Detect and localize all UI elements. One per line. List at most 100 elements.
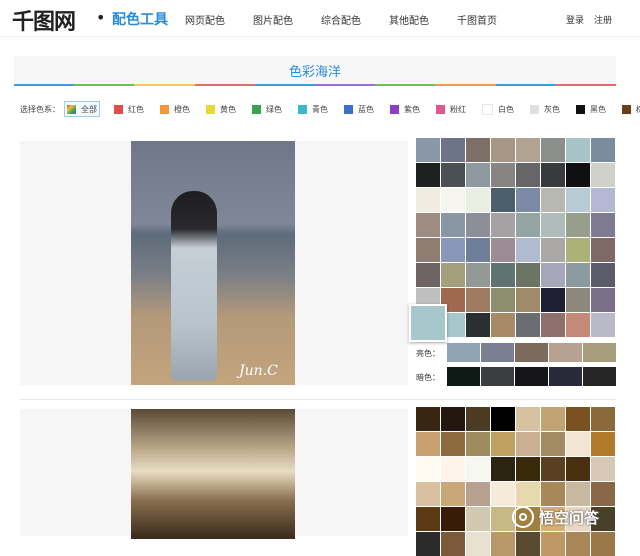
palette-color-cell[interactable]	[441, 188, 465, 212]
dark-color-cell[interactable]	[515, 367, 548, 386]
palette-color-cell[interactable]	[566, 213, 590, 237]
palette-color-cell[interactable]	[491, 263, 515, 287]
palette-color-cell[interactable]	[441, 482, 465, 506]
palette-color-cell[interactable]	[591, 288, 615, 312]
palette-color-cell[interactable]	[466, 213, 490, 237]
nav-combined-colors[interactable]: 综合配色	[321, 12, 361, 27]
filter-option[interactable]: 紫色	[388, 102, 422, 116]
dark-color-cell[interactable]	[583, 367, 616, 386]
palette-color-cell[interactable]	[441, 407, 465, 431]
palette-color-cell[interactable]	[591, 138, 615, 162]
palette-color-cell[interactable]	[416, 263, 440, 287]
filter-option[interactable]: 粉红	[434, 102, 468, 116]
palette-color-cell[interactable]	[516, 482, 540, 506]
palette-color-cell[interactable]	[566, 288, 590, 312]
filter-option[interactable]: 棕色	[620, 102, 640, 116]
palette-color-cell[interactable]	[416, 407, 440, 431]
bright-color-cell[interactable]	[583, 343, 616, 362]
palette-color-cell[interactable]	[591, 313, 615, 337]
palette-color-cell[interactable]	[516, 457, 540, 481]
filter-option[interactable]: 白色	[480, 102, 516, 116]
palette-color-cell[interactable]	[591, 457, 615, 481]
palette-color-cell[interactable]	[466, 313, 490, 337]
palette-color-cell[interactable]	[441, 213, 465, 237]
bright-color-cell[interactable]	[515, 343, 548, 362]
palette-color-cell[interactable]	[541, 313, 565, 337]
nav-other-colors[interactable]: 其他配色	[389, 12, 429, 27]
palette-color-cell[interactable]	[591, 407, 615, 431]
bright-color-cell[interactable]	[481, 343, 514, 362]
palette-color-cell[interactable]	[516, 407, 540, 431]
filter-option[interactable]: 黑色	[574, 102, 608, 116]
palette-color-cell[interactable]	[416, 457, 440, 481]
palette-color-cell[interactable]	[491, 432, 515, 456]
palette-color-cell[interactable]	[566, 432, 590, 456]
palette-color-cell[interactable]	[591, 238, 615, 262]
palette-color-cell[interactable]	[441, 238, 465, 262]
palette-color-cell[interactable]	[566, 163, 590, 187]
palette-color-cell[interactable]	[591, 188, 615, 212]
palette-color-cell[interactable]	[491, 188, 515, 212]
palette-color-cell[interactable]	[416, 432, 440, 456]
palette-color-cell[interactable]	[541, 457, 565, 481]
palette-color-cell[interactable]	[466, 263, 490, 287]
nav-image-colors[interactable]: 图片配色	[253, 12, 293, 27]
palette-color-cell[interactable]	[566, 138, 590, 162]
palette-color-cell[interactable]	[466, 238, 490, 262]
palette-color-cell[interactable]	[416, 507, 440, 531]
dark-color-cell[interactable]	[481, 367, 514, 386]
palette-color-cell[interactable]	[491, 407, 515, 431]
palette-color-cell[interactable]	[566, 238, 590, 262]
palette-color-cell[interactable]	[541, 213, 565, 237]
palette-color-cell[interactable]	[491, 457, 515, 481]
palette-color-cell[interactable]	[541, 138, 565, 162]
palette-color-cell[interactable]	[566, 188, 590, 212]
palette-color-cell[interactable]	[466, 163, 490, 187]
palette-color-cell[interactable]	[466, 288, 490, 312]
palette-color-cell[interactable]	[416, 163, 440, 187]
palette-color-cell[interactable]	[516, 313, 540, 337]
palette-color-cell[interactable]	[541, 482, 565, 506]
palette-color-cell[interactable]	[441, 457, 465, 481]
filter-option[interactable]: 灰色	[528, 102, 562, 116]
palette-color-cell[interactable]	[541, 163, 565, 187]
palette-color-cell[interactable]	[466, 507, 490, 531]
palette-color-cell[interactable]	[416, 482, 440, 506]
palette-color-cell[interactable]	[491, 163, 515, 187]
palette-color-cell[interactable]	[566, 313, 590, 337]
nav-home[interactable]: 千图首页	[457, 12, 497, 27]
palette-color-cell[interactable]	[591, 163, 615, 187]
palette-color-cell[interactable]	[516, 213, 540, 237]
dark-color-cell[interactable]	[549, 367, 582, 386]
bright-color-cell[interactable]	[549, 343, 582, 362]
palette-color-cell[interactable]	[491, 507, 515, 531]
palette-color-cell[interactable]	[516, 288, 540, 312]
palette-color-cell[interactable]	[466, 432, 490, 456]
palette-color-cell[interactable]	[541, 288, 565, 312]
palette-color-cell[interactable]	[466, 482, 490, 506]
tool-title[interactable]: 配色工具	[112, 9, 168, 29]
filter-option[interactable]: 青色	[296, 102, 330, 116]
palette-color-cell[interactable]	[441, 163, 465, 187]
dark-color-cell[interactable]	[447, 367, 480, 386]
palette-color-cell[interactable]	[516, 238, 540, 262]
palette-color-cell[interactable]	[591, 432, 615, 456]
interior-photo[interactable]	[131, 409, 295, 539]
beach-photo[interactable]: Jun.C	[131, 141, 295, 385]
palette-color-cell[interactable]	[416, 138, 440, 162]
palette-color-cell[interactable]	[516, 188, 540, 212]
register-link[interactable]: 注册	[594, 13, 612, 26]
palette-color-cell[interactable]	[541, 238, 565, 262]
palette-color-cell[interactable]	[416, 188, 440, 212]
palette-color-cell[interactable]	[516, 138, 540, 162]
palette-color-cell[interactable]	[416, 238, 440, 262]
palette-color-cell[interactable]	[491, 238, 515, 262]
palette-color-cell[interactable]	[416, 213, 440, 237]
palette-color-cell[interactable]	[591, 263, 615, 287]
palette-color-cell[interactable]	[591, 213, 615, 237]
palette-color-cell[interactable]	[566, 482, 590, 506]
palette-color-cell[interactable]	[541, 188, 565, 212]
palette-color-cell[interactable]	[541, 432, 565, 456]
palette-color-cell[interactable]	[516, 263, 540, 287]
palette-color-cell[interactable]	[491, 313, 515, 337]
